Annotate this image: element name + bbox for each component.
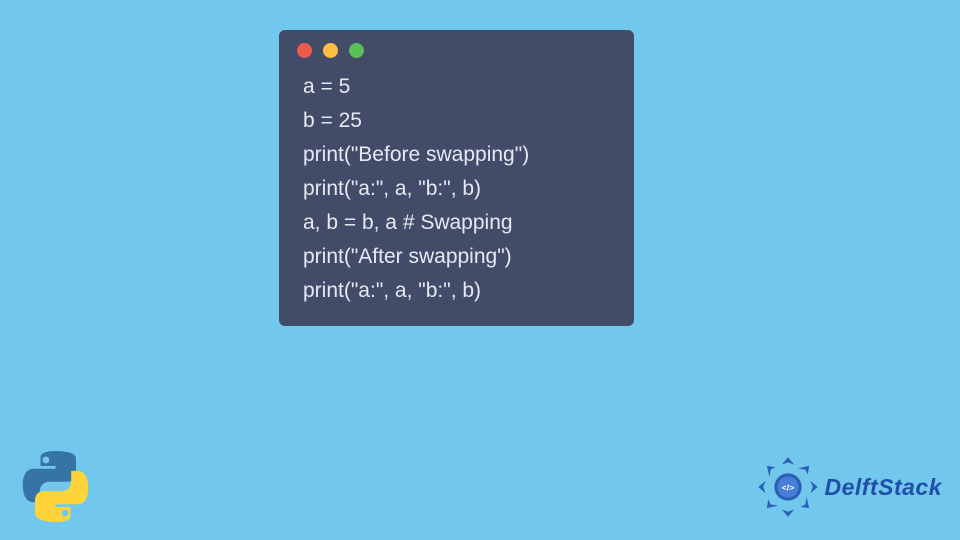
- python-logo-icon: [18, 449, 93, 524]
- delftstack-logo-icon: </>: [757, 456, 819, 518]
- traffic-light-minimize-icon: [323, 43, 338, 58]
- code-line: print("a:", a, "b:", b): [303, 279, 481, 302]
- code-line: print("a:", a, "b:", b): [303, 177, 481, 200]
- code-window: a = 5 b = 25 print("Before swapping") pr…: [279, 30, 634, 326]
- window-titlebar: [279, 30, 634, 70]
- delftstack-name: DelftStack: [825, 474, 942, 501]
- code-line: print("Before swapping"): [303, 143, 529, 166]
- code-line: a, b = b, a # Swapping: [303, 211, 513, 234]
- code-line: print("After swapping"): [303, 245, 512, 268]
- code-line: b = 25: [303, 109, 362, 132]
- code-line: a = 5: [303, 75, 350, 98]
- traffic-light-zoom-icon: [349, 43, 364, 58]
- svg-text:</>: </>: [781, 483, 794, 493]
- traffic-light-close-icon: [297, 43, 312, 58]
- code-block: a = 5 b = 25 print("Before swapping") pr…: [279, 70, 634, 308]
- delftstack-branding: </> DelftStack: [757, 456, 942, 518]
